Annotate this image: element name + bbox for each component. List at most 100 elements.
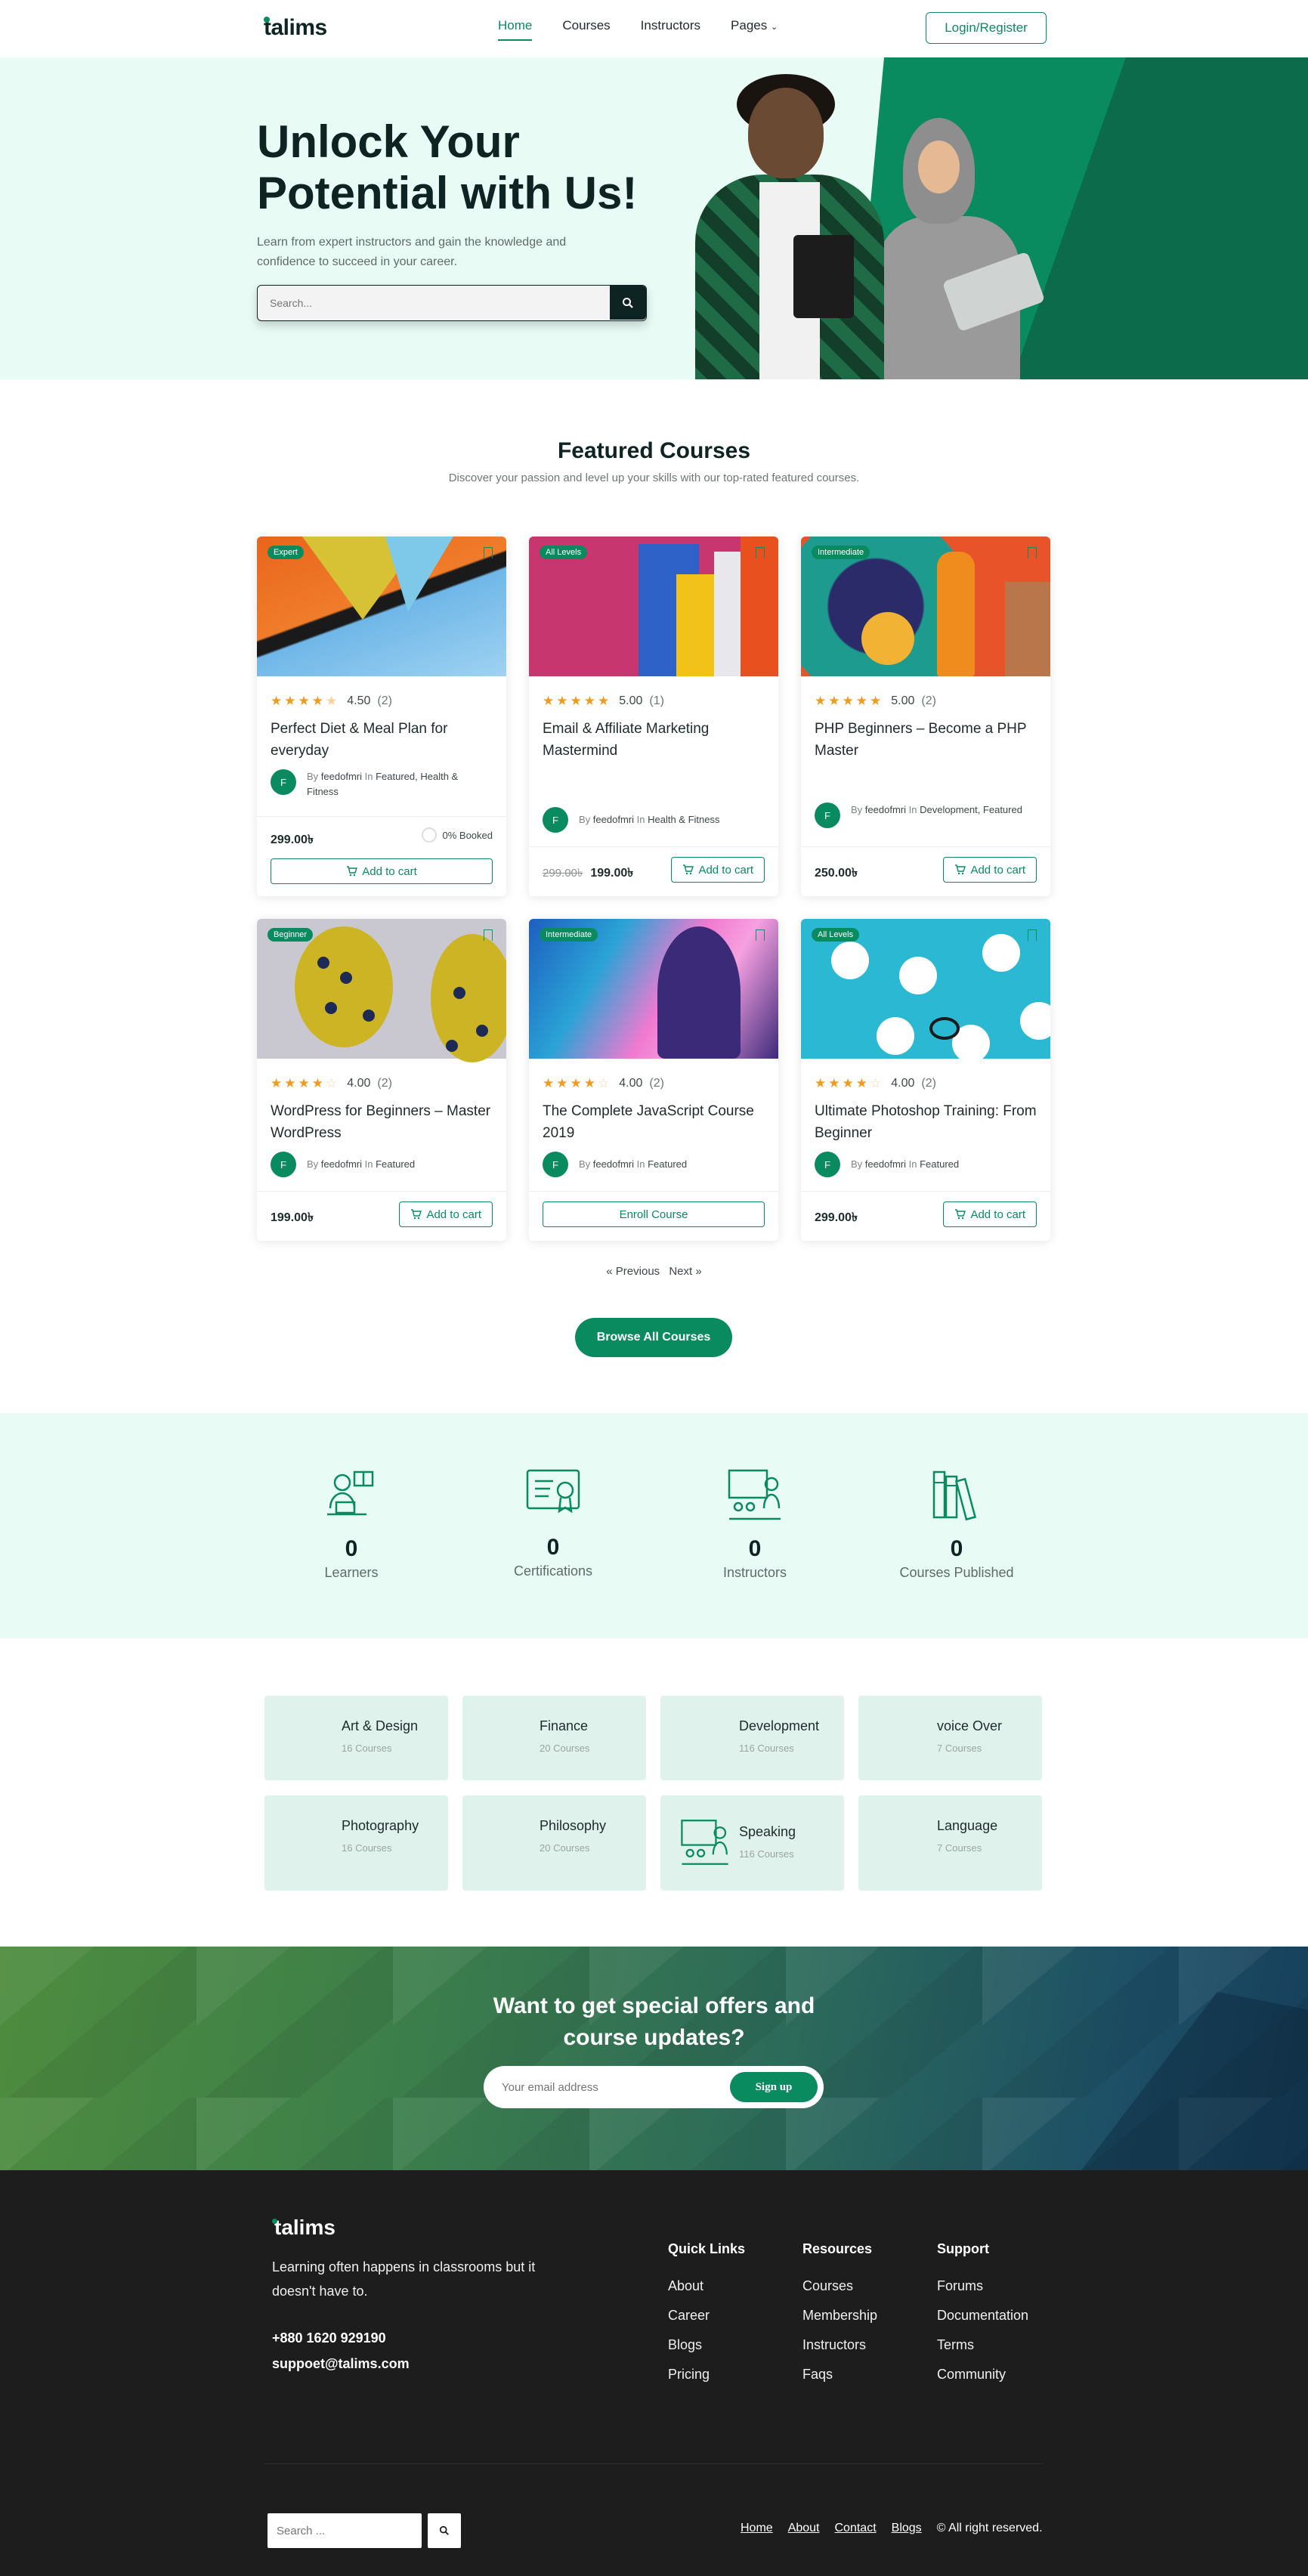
bookmark-icon[interactable] bbox=[756, 929, 765, 941]
avatar[interactable]: F bbox=[543, 1152, 568, 1177]
footer-bottom-link-contact[interactable]: Contact bbox=[835, 2522, 877, 2535]
bookmark-icon[interactable] bbox=[484, 547, 493, 558]
footer-bottom-link-blogs[interactable]: Blogs bbox=[892, 2522, 922, 2535]
course-card[interactable]: Intermediate ★ ★ ★ ★ ☆ 4.00 (2) The Complete… bbox=[529, 919, 778, 1241]
footer-search-box bbox=[267, 2513, 422, 2548]
footer-link[interactable]: Career bbox=[668, 2308, 745, 2324]
course-card[interactable]: Beginner ★ ★ ★ ★ ☆ 4.00 (2) WordPress for Be… bbox=[257, 919, 506, 1241]
category-card[interactable]: Finance 20 Courses bbox=[462, 1696, 646, 1780]
footer-bottom-link-about[interactable]: About bbox=[788, 2522, 820, 2535]
author-name[interactable]: feedofmri bbox=[321, 771, 362, 782]
author-name[interactable]: feedofmri bbox=[593, 814, 634, 825]
course-rating: ★ ★ ★ ★ ☆ 4.00 (2) bbox=[271, 1076, 392, 1091]
footer-search-button[interactable] bbox=[428, 2513, 461, 2548]
footer-link[interactable]: Faqs bbox=[802, 2367, 877, 2383]
course-category[interactable]: Development, Featured bbox=[920, 804, 1022, 815]
nav-pages[interactable]: Pages ⌄ bbox=[731, 18, 778, 33]
bookmark-icon[interactable] bbox=[1028, 929, 1037, 941]
category-card[interactable]: Language 7 Courses bbox=[858, 1795, 1042, 1891]
course-title[interactable]: PHP Beginners – Become a PHP Master bbox=[815, 718, 1037, 762]
course-title[interactable]: Email & Affiliate Marketing Mastermind bbox=[543, 718, 765, 762]
course-thumbnail[interactable]: Intermediate bbox=[529, 919, 778, 1059]
add-to-cart-button[interactable]: Add to cart bbox=[671, 857, 765, 883]
login-register-button[interactable]: Login/Register bbox=[926, 12, 1047, 44]
course-category[interactable]: Featured bbox=[920, 1158, 959, 1170]
course-card[interactable]: Expert ★ ★ ★ ★ ★ 4.50 (2) Perfect Diet & Mea… bbox=[257, 537, 506, 896]
add-to-cart-button[interactable]: Add to cart bbox=[943, 857, 1037, 883]
footer-link[interactable]: Pricing bbox=[668, 2367, 745, 2383]
course-thumbnail[interactable]: All Levels bbox=[529, 537, 778, 676]
browse-all-courses-button[interactable]: Browse All Courses bbox=[575, 1318, 732, 1357]
course-title[interactable]: The Complete JavaScript Course 2019 bbox=[543, 1100, 765, 1144]
category-card[interactable]: Development 116 Courses bbox=[660, 1696, 844, 1780]
hero-search-input[interactable] bbox=[258, 286, 605, 320]
course-card[interactable]: All Levels ★ ★ ★ ★ ☆ 4.00 (2) Ultimate Photo… bbox=[801, 919, 1050, 1241]
add-to-cart-button[interactable]: Add to cart bbox=[271, 858, 493, 884]
category-card[interactable]: Art & Design 16 Courses bbox=[264, 1696, 448, 1780]
course-thumbnail[interactable]: Expert bbox=[257, 537, 506, 676]
course-category[interactable]: Featured bbox=[376, 1158, 415, 1170]
nav-courses[interactable]: Courses bbox=[562, 18, 610, 33]
footer-email[interactable]: suppoet@talims.com bbox=[272, 2356, 410, 2372]
footer-link[interactable]: Instructors bbox=[802, 2337, 877, 2353]
footer-link[interactable]: Community bbox=[937, 2367, 1028, 2383]
course-card[interactable]: Intermediate ★ ★ ★ ★ ★ 5.00 (2) PHP Beginner… bbox=[801, 537, 1050, 896]
add-to-cart-button[interactable]: Add to cart bbox=[399, 1201, 493, 1227]
footer-link[interactable]: Terms bbox=[937, 2337, 1028, 2353]
course-price: 199.00৳ bbox=[271, 1208, 314, 1228]
avatar[interactable]: F bbox=[815, 1152, 840, 1177]
course-thumbnail[interactable]: Beginner bbox=[257, 919, 506, 1062]
nav-instructors[interactable]: Instructors bbox=[641, 18, 700, 33]
books-icon bbox=[932, 1470, 977, 1521]
avatar[interactable]: F bbox=[543, 807, 568, 833]
footer-search-input[interactable] bbox=[267, 2513, 422, 2548]
footer-link[interactable]: About bbox=[668, 2278, 745, 2294]
category-card[interactable]: voice Over 7 Courses bbox=[858, 1696, 1042, 1780]
avatar[interactable]: F bbox=[815, 802, 840, 828]
footer-link[interactable]: Membership bbox=[802, 2308, 877, 2324]
add-to-cart-button[interactable]: Add to cart bbox=[943, 1201, 1037, 1227]
course-title[interactable]: WordPress for Beginners – Master WordPre… bbox=[271, 1100, 493, 1144]
hero-search-button[interactable] bbox=[610, 286, 646, 320]
course-thumbnail[interactable]: All Levels bbox=[801, 919, 1050, 1059]
footer-link[interactable]: Documentation bbox=[937, 2308, 1028, 2324]
pagination-previous[interactable]: « Previous bbox=[606, 1265, 660, 1278]
pagination-next[interactable]: Next » bbox=[669, 1265, 701, 1278]
bookmark-icon[interactable] bbox=[484, 929, 493, 941]
avatar[interactable]: F bbox=[271, 1152, 296, 1177]
author-name[interactable]: feedofmri bbox=[321, 1158, 362, 1170]
footer-link[interactable]: Courses bbox=[802, 2278, 877, 2294]
avatar[interactable]: F bbox=[271, 769, 296, 795]
sign-up-button[interactable]: Sign up bbox=[730, 2072, 818, 2102]
course-title[interactable]: Ultimate Photoshop Training: From Beginn… bbox=[815, 1100, 1037, 1144]
nav-home[interactable]: Home bbox=[498, 18, 533, 41]
course-title[interactable]: Perfect Diet & Meal Plan for everyday bbox=[271, 718, 493, 762]
footer-phone[interactable]: +880 1620 929190 bbox=[272, 2330, 386, 2346]
footer-logo[interactable]: talims bbox=[272, 2216, 336, 2240]
footer-bottom-link-home[interactable]: Home bbox=[741, 2522, 773, 2535]
newsletter-email-input[interactable] bbox=[502, 2066, 713, 2108]
site-footer: talims Learning often happens in classro… bbox=[0, 2170, 1308, 2576]
cart-icon bbox=[955, 864, 966, 875]
booked-label: 0% Booked bbox=[442, 829, 493, 841]
course-card[interactable]: All Levels ★ ★ ★ ★ ★ 5.00 (1) Email & Affili… bbox=[529, 537, 778, 896]
footer-link[interactable]: Forums bbox=[937, 2278, 1028, 2294]
author-name[interactable]: feedofmri bbox=[865, 804, 906, 815]
newsletter-title: Want to get special offers and course upd… bbox=[0, 1990, 1308, 2054]
course-category[interactable]: Featured bbox=[648, 1158, 687, 1170]
course-author: F By feedofmri In Featured, Health & Fit… bbox=[271, 769, 488, 799]
course-category[interactable]: Health & Fitness bbox=[648, 814, 719, 825]
certificate-icon bbox=[526, 1469, 580, 1514]
bookmark-icon[interactable] bbox=[1028, 547, 1037, 558]
enroll-course-button[interactable]: Enroll Course bbox=[543, 1201, 765, 1227]
category-card[interactable]: Speaking 116 Courses bbox=[660, 1795, 844, 1891]
site-logo[interactable]: talims bbox=[262, 15, 327, 41]
category-card[interactable]: Photography 16 Courses bbox=[264, 1795, 448, 1891]
course-thumbnail[interactable]: Intermediate bbox=[801, 537, 1050, 676]
author-name[interactable]: feedofmri bbox=[865, 1158, 906, 1170]
rating-value: 4.00 bbox=[619, 1077, 643, 1090]
author-name[interactable]: feedofmri bbox=[593, 1158, 634, 1170]
category-card[interactable]: Philosophy 20 Courses bbox=[462, 1795, 646, 1891]
footer-link[interactable]: Blogs bbox=[668, 2337, 745, 2353]
bookmark-icon[interactable] bbox=[756, 547, 765, 558]
